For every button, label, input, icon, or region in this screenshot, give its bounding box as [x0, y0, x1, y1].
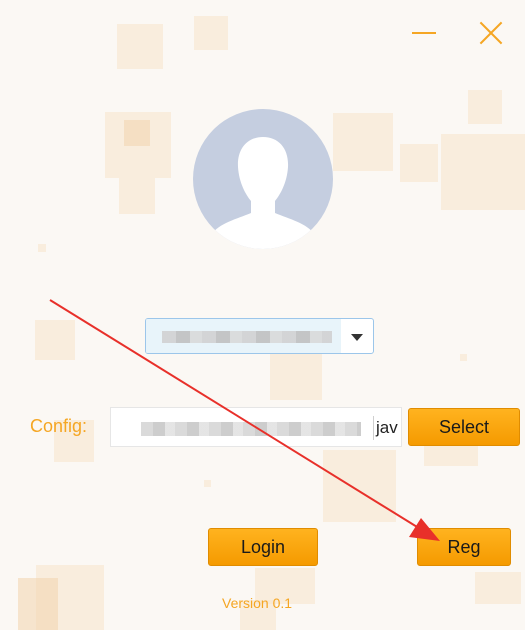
- decor-square: [475, 572, 521, 604]
- minimize-icon[interactable]: [410, 20, 438, 46]
- close-icon[interactable]: [476, 18, 506, 48]
- decor-square: [333, 113, 393, 171]
- decor-square: [119, 178, 155, 214]
- config-label: Config:: [30, 416, 88, 436]
- account-dropdown[interactable]: [145, 318, 374, 354]
- decor-square: [194, 16, 228, 50]
- chevron-down-icon[interactable]: [351, 334, 363, 341]
- config-path-visible-tail: jav: [373, 416, 401, 440]
- decor-square: [18, 578, 58, 630]
- avatar: [193, 109, 333, 249]
- user-silhouette-icon: [205, 137, 321, 249]
- version-label: Version 0.1: [222, 595, 293, 611]
- config-path-input[interactable]: jav: [110, 407, 402, 447]
- reg-button[interactable]: Reg: [417, 528, 511, 566]
- config-path-redacted: [141, 422, 361, 436]
- dropdown-value-redacted: [162, 331, 332, 343]
- decor-square: [124, 120, 150, 146]
- decor-square: [468, 90, 502, 124]
- decor-square: [117, 24, 163, 69]
- decor-square: [204, 480, 211, 487]
- decor-square: [400, 144, 438, 182]
- decor-square: [323, 450, 396, 522]
- select-button[interactable]: Select: [408, 408, 520, 446]
- decor-square: [35, 320, 75, 360]
- decor-square: [38, 244, 46, 252]
- decor-square: [441, 134, 525, 210]
- decor-square: [460, 354, 467, 361]
- login-button[interactable]: Login: [208, 528, 318, 566]
